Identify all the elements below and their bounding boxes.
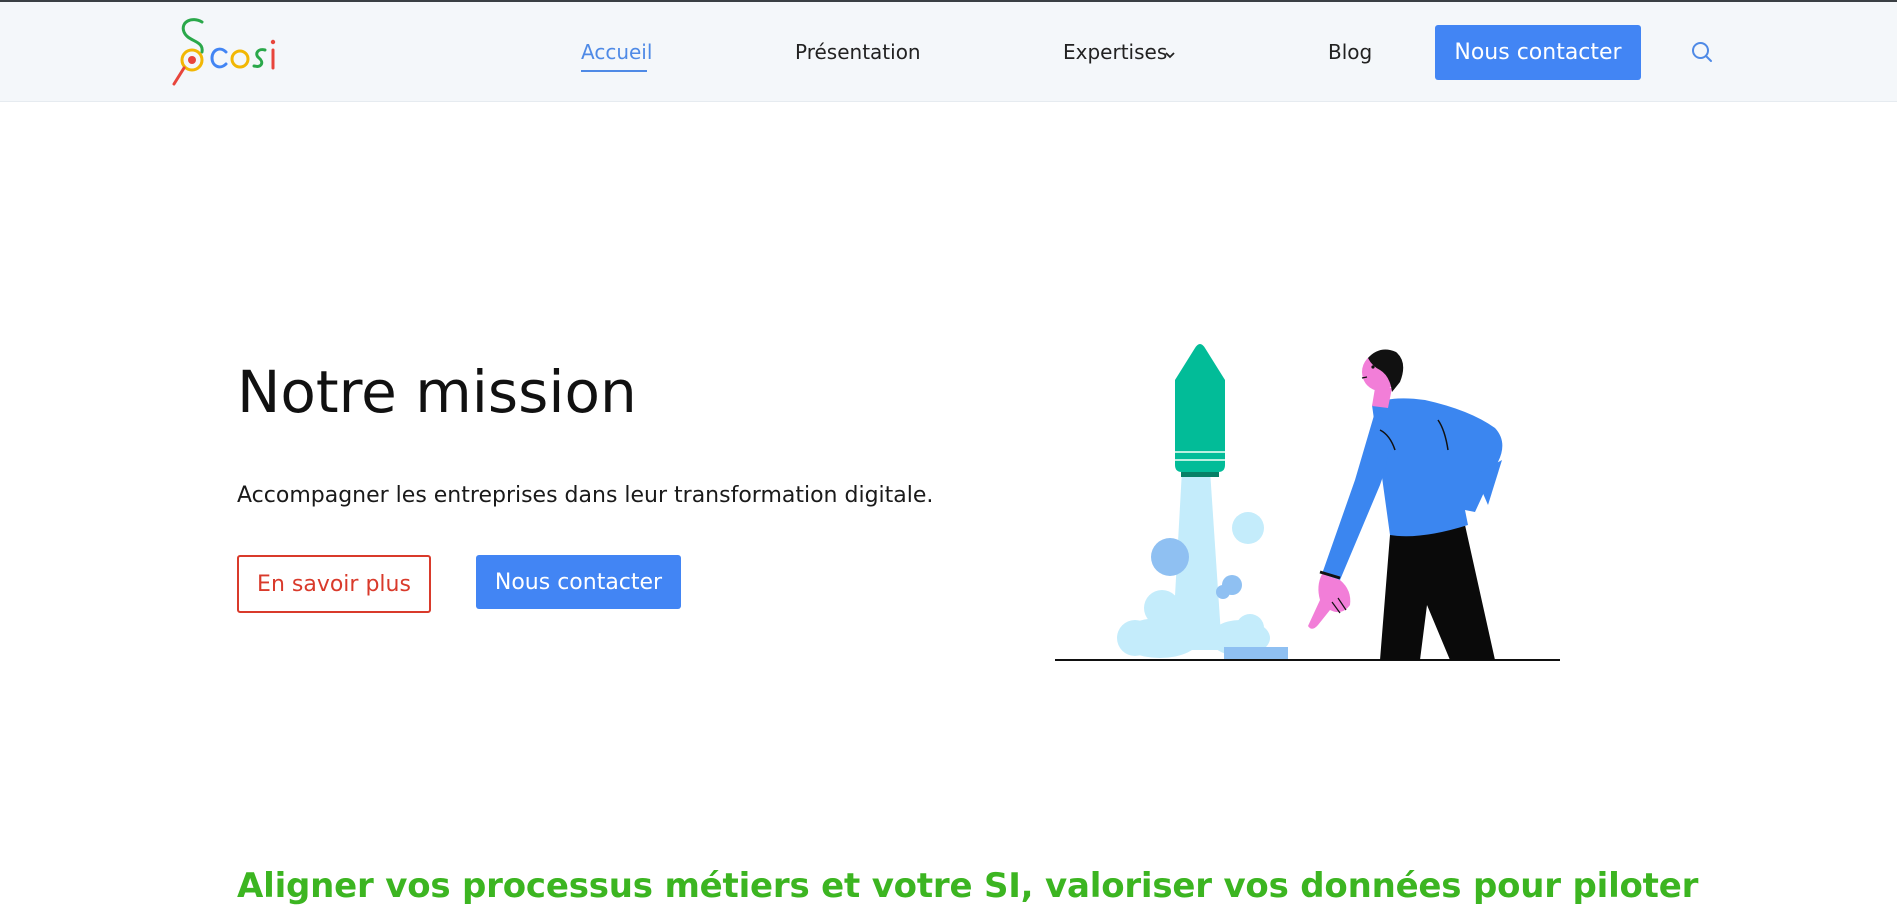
hero-contact-button[interactable]: Nous contacter	[476, 555, 681, 609]
search-icon[interactable]	[1690, 40, 1714, 64]
nav-active-indicator	[581, 70, 647, 72]
site-header: Accueil Présentation Expertises Blog Nou…	[0, 2, 1897, 102]
hero-title: Notre mission	[237, 358, 637, 426]
nav-home[interactable]: Accueil	[581, 40, 652, 64]
hero-description: Accompagner les entreprises dans leur tr…	[237, 483, 934, 508]
section-tagline: Aligner vos processus métiers et votre S…	[237, 866, 1699, 906]
cosi-logo[interactable]	[170, 14, 290, 92]
nav-expertises[interactable]: Expertises	[1063, 40, 1167, 64]
rocket-launch-illustration	[1055, 344, 1560, 661]
chevron-down-icon[interactable]	[1163, 50, 1177, 60]
header-contact-button[interactable]: Nous contacter	[1435, 25, 1641, 80]
nav-blog[interactable]: Blog	[1328, 40, 1372, 64]
learn-more-button[interactable]: En savoir plus	[237, 555, 431, 613]
nav-presentation[interactable]: Présentation	[795, 40, 921, 64]
